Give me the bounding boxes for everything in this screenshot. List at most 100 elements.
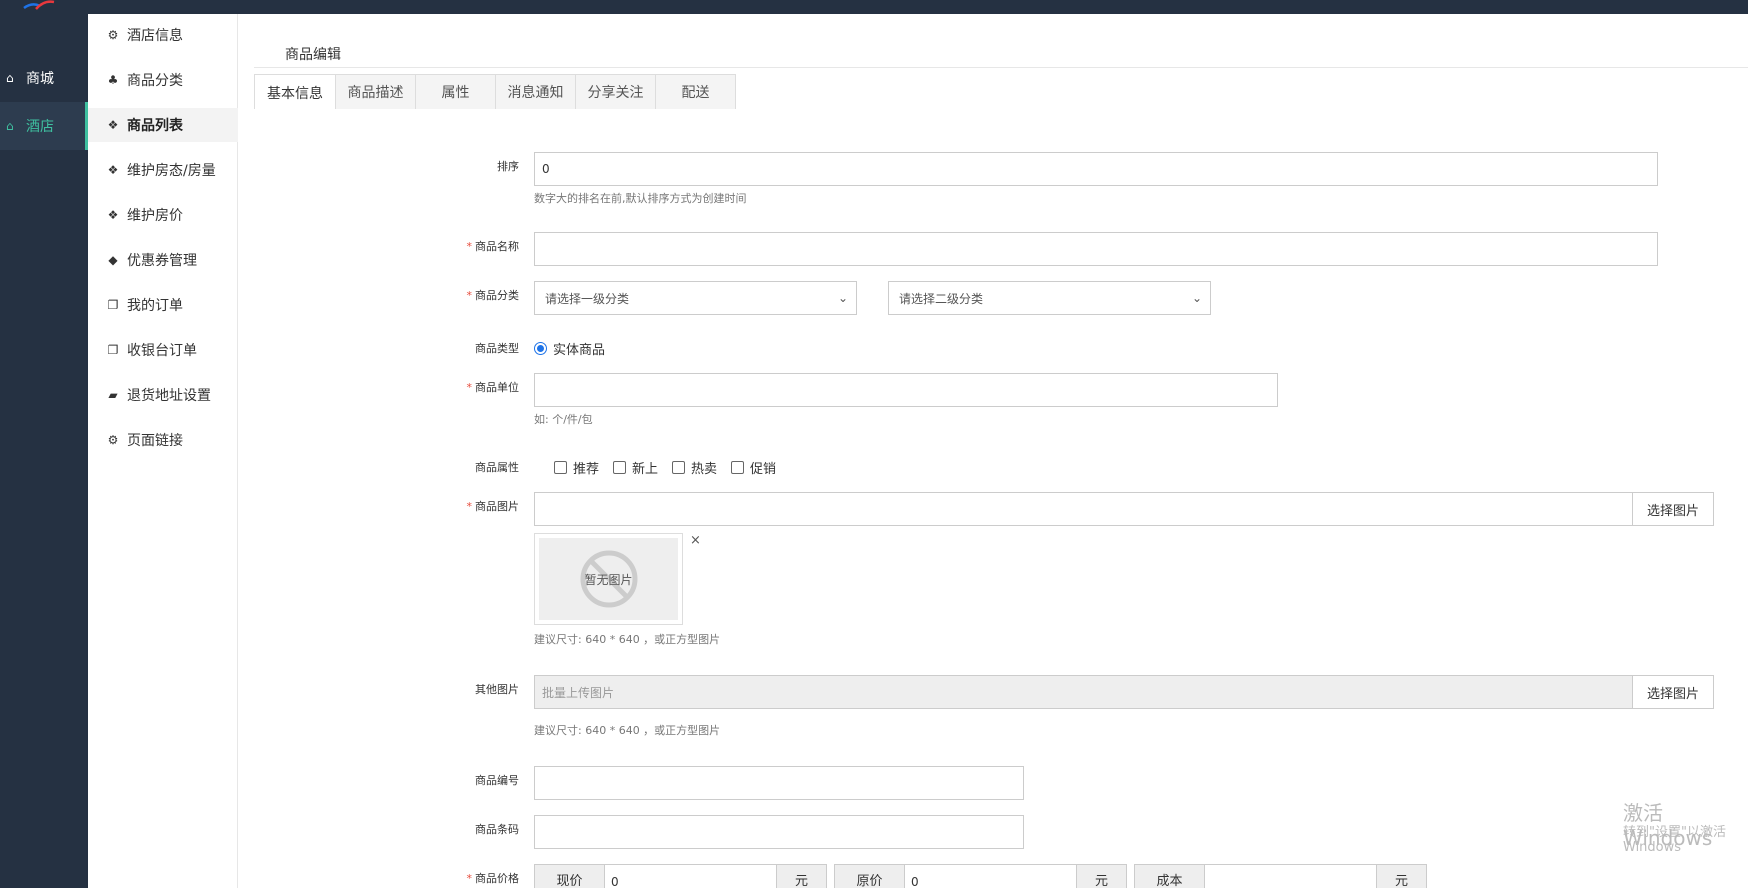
nav-item-hotel[interactable]: ⌂ 酒店: [0, 102, 88, 150]
truck-icon: ▰: [108, 388, 118, 402]
sub-item-goods-list[interactable]: ❖ 商品列表: [88, 108, 238, 142]
sitemap-icon: ♣: [107, 73, 119, 87]
gears-icon: ⚙: [107, 28, 119, 42]
price-current-group: 现价 0 元: [534, 864, 827, 888]
cubes-icon: ❖: [107, 163, 119, 177]
category-label: * 商品分类: [466, 289, 520, 302]
tab-share[interactable]: 分享关注: [575, 75, 655, 109]
sub-item-room-price[interactable]: ❖ 维护房价: [88, 198, 238, 232]
sub-item-label: 优惠券管理: [127, 253, 197, 269]
sub-item-room-status[interactable]: ❖ 维护房态/房量: [88, 153, 238, 187]
sub-item-label: 退货地址设置: [127, 388, 211, 404]
price-cost-label: 成本: [1135, 865, 1205, 888]
sub-item-label: 商品列表: [127, 118, 183, 134]
tab-description[interactable]: 商品描述: [335, 75, 415, 109]
tab-bar: 基本信息 商品描述 属性 消息通知 分享关注 配送: [254, 74, 736, 110]
sub-item-my-orders[interactable]: ❐ 我的订单: [88, 288, 238, 322]
sort-label: 排序: [497, 160, 519, 173]
cubes-icon: ❖: [107, 118, 119, 132]
tab-delivery[interactable]: 配送: [655, 75, 735, 109]
sort-help: 数字大的排名在前,默认排序方式为创建时间: [534, 192, 747, 205]
top-bar: [0, 0, 1748, 14]
attr-checkbox-promo[interactable]: 促销: [731, 458, 776, 477]
price-label: * 商品价格: [466, 872, 520, 885]
logo-icon: [23, 0, 55, 10]
others-label: 其他图片: [475, 683, 519, 696]
home-icon: ⌂: [6, 71, 14, 85]
code-input[interactable]: [534, 766, 1024, 800]
sub-item-cashier-orders[interactable]: ❐ 收银台订单: [88, 333, 238, 367]
price-unit: 元: [776, 865, 826, 888]
gears-icon: ⚙: [107, 433, 119, 447]
tags-icon: ◆: [108, 253, 118, 267]
image-help: 建议尺寸: 640 * 640 ，或正方型图片: [534, 633, 721, 646]
tab-attributes[interactable]: 属性: [415, 75, 495, 109]
sub-item-label: 酒店信息: [127, 28, 183, 44]
sub-item-hotel-info[interactable]: ⚙ 酒店信息: [88, 18, 238, 52]
image-path-input[interactable]: [534, 492, 1633, 526]
barcode-input[interactable]: [534, 815, 1024, 849]
tab-basic-info[interactable]: 基本信息: [255, 75, 335, 110]
code-label: 商品编号: [475, 774, 519, 787]
cubes-icon: ❖: [107, 208, 119, 222]
name-label: * 商品名称: [466, 240, 520, 253]
sub-item-return-address[interactable]: ▰ 退货地址设置: [88, 378, 238, 412]
name-input[interactable]: [534, 232, 1658, 266]
price-cost-input[interactable]: [1205, 865, 1376, 888]
sub-item-label: 我的订单: [127, 298, 183, 314]
price-original-group: 原价 0 元: [834, 864, 1127, 888]
category-first-value: 请选择一级分类: [545, 291, 630, 306]
remove-image-icon[interactable]: ×: [690, 533, 701, 548]
price-current-input[interactable]: 0: [605, 865, 776, 888]
radio-checked-icon: [534, 342, 547, 355]
unit-input[interactable]: [534, 373, 1278, 407]
nav-item-label: 酒店: [26, 119, 54, 135]
price-original-label: 原价: [835, 865, 905, 888]
image-pick-button[interactable]: 选择图片: [1632, 492, 1714, 526]
attrs-checkbox-group: 推荐 新上 热卖 促销: [554, 458, 790, 477]
no-image-text: 暂无图片: [584, 572, 633, 587]
page-title: 商品编辑: [285, 47, 341, 63]
sub-nav: ⚙ 酒店信息 ♣ 商品分类 ❖ 商品列表 ❖ 维护房态/房量 ❖ 维护房价 ◆ …: [88, 14, 238, 888]
chevron-down-icon: ⌄: [1191, 291, 1202, 305]
page-title-bar: 商品编辑: [254, 30, 1748, 68]
sub-item-coupons[interactable]: ◆ 优惠券管理: [88, 243, 238, 277]
sub-item-label: 维护房态/房量: [127, 163, 216, 179]
attr-checkbox-hot[interactable]: 热卖: [672, 458, 717, 477]
nav-item-mall[interactable]: ⌂ 商城: [0, 54, 88, 102]
type-radio-physical[interactable]: 实体商品: [534, 339, 605, 358]
attr-checkbox-new[interactable]: 新上: [613, 458, 658, 477]
unit-label: * 商品单位: [466, 381, 520, 394]
others-path-input[interactable]: 批量上传图片: [534, 675, 1633, 709]
image-thumbnail: 暂无图片: [534, 533, 683, 625]
home-icon: ⌂: [6, 119, 14, 133]
others-pick-button[interactable]: 选择图片: [1632, 675, 1714, 709]
price-current-label: 现价: [535, 865, 605, 888]
others-help: 建议尺寸: 640 * 640 ，或正方型图片: [534, 724, 721, 737]
barcode-label: 商品条码: [475, 823, 519, 836]
copy-icon: ❐: [107, 298, 119, 312]
attr-checkbox-recommend[interactable]: 推荐: [554, 458, 599, 477]
sub-item-page-links[interactable]: ⚙ 页面链接: [88, 423, 238, 457]
type-label: 商品类型: [475, 342, 519, 355]
sub-item-label: 商品分类: [127, 73, 183, 89]
left-nav: ⌂ 商城 ⌂ 酒店: [0, 14, 88, 888]
sub-item-label: 收银台订单: [127, 343, 197, 359]
sort-input[interactable]: 0: [534, 152, 1658, 186]
sub-item-label: 维护房价: [127, 208, 183, 224]
unit-help: 如: 个/件/包: [534, 413, 593, 426]
sub-item-label: 页面链接: [127, 433, 183, 449]
tab-notifications[interactable]: 消息通知: [495, 75, 575, 109]
category-second-select[interactable]: 请选择二级分类 ⌄: [888, 281, 1211, 315]
price-cost-group: 成本 元: [1134, 864, 1427, 888]
copy-icon: ❐: [107, 343, 119, 357]
sub-item-category[interactable]: ♣ 商品分类: [88, 63, 238, 97]
price-unit: 元: [1376, 865, 1426, 888]
image-label: * 商品图片: [466, 500, 520, 513]
nav-item-label: 商城: [26, 71, 54, 87]
type-option-label: 实体商品: [553, 343, 606, 358]
category-second-value: 请选择二级分类: [899, 291, 984, 306]
category-first-select[interactable]: 请选择一级分类 ⌄: [534, 281, 857, 315]
attrs-label: 商品属性: [475, 461, 519, 474]
price-original-input[interactable]: 0: [905, 865, 1076, 888]
